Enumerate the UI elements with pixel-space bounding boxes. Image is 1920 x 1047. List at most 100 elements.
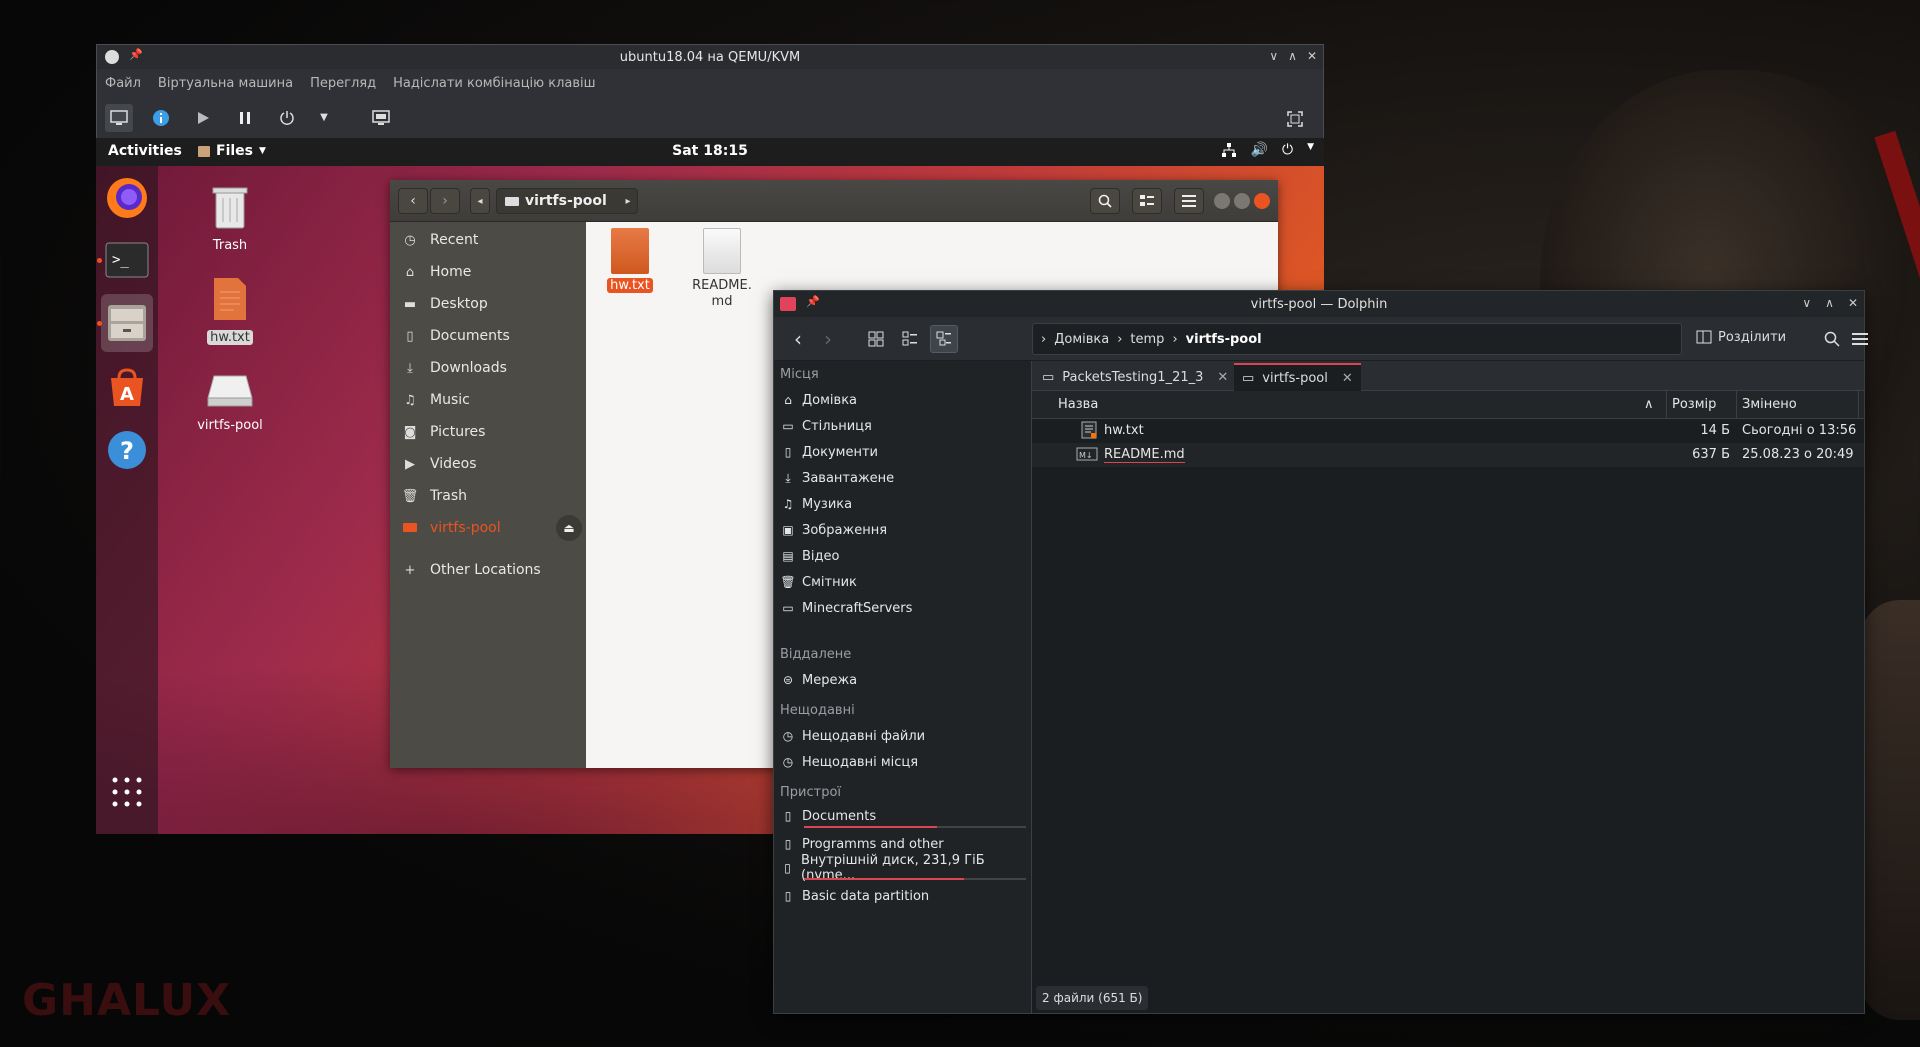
snapshots-icon[interactable] <box>367 104 395 132</box>
sidebar-item-music[interactable]: ♫ Music <box>390 384 586 416</box>
desktop-icon-trash[interactable]: Trash <box>190 184 270 253</box>
power-menu-icon[interactable]: ⏻ <box>1282 142 1293 162</box>
table-row[interactable]: hw.txt 14 Б Сьогодні о 13:56 <box>1032 419 1864 443</box>
place-music[interactable]: ♫ Музика <box>780 493 1028 515</box>
place-trash[interactable]: 🗑 Смітник <box>780 571 1028 593</box>
run-icon[interactable] <box>189 104 217 132</box>
breadcrumb-temp[interactable]: temp <box>1130 332 1164 347</box>
console-icon[interactable] <box>105 103 133 132</box>
menu-file[interactable]: Файл <box>105 76 141 91</box>
pause-icon[interactable] <box>231 104 259 132</box>
device-internal[interactable]: ▯ Внутрішній диск, 231,9 ГіБ (nvme... <box>780 853 1028 883</box>
sidebar-item-pictures[interactable]: ◙ Pictures <box>390 416 586 448</box>
path-bar-current[interactable]: virtfs-pool <box>496 188 638 214</box>
sort-ascending-icon[interactable]: ∧ <box>1644 397 1654 412</box>
column-name[interactable]: Назва <box>1058 397 1098 412</box>
search-button[interactable] <box>1818 325 1846 353</box>
sidebar-item-trash[interactable]: 🗑 Trash <box>390 480 586 512</box>
compact-view-button[interactable] <box>896 325 924 353</box>
forward-button[interactable]: › <box>814 325 842 353</box>
file-size: 637 Б <box>1692 447 1730 462</box>
device-programms[interactable]: ▯ Programms and other <box>780 833 1028 855</box>
close-icon[interactable]: ✕ <box>1217 370 1228 385</box>
maximize-icon[interactable]: ∧ <box>1825 296 1834 310</box>
desktop-icon-virtfs[interactable]: virtfs-pool <box>190 370 270 433</box>
place-recent-places[interactable]: ◷ Нещодавні місця <box>780 751 1028 773</box>
firefox-launcher[interactable] <box>101 172 153 224</box>
power-icon[interactable] <box>273 104 301 132</box>
place-recent-files[interactable]: ◷ Нещодавні файли <box>780 725 1028 747</box>
menu-vm[interactable]: Віртуальна машина <box>158 76 293 91</box>
sidebar-item-virtfs[interactable]: virtfs-pool ⏏ <box>390 512 586 544</box>
minimize-icon[interactable]: ∨ <box>1269 49 1278 63</box>
network-icon[interactable] <box>1221 142 1237 162</box>
show-applications-button[interactable] <box>101 766 153 818</box>
column-divider <box>1666 391 1667 419</box>
breadcrumb-current[interactable]: virtfs-pool <box>1186 332 1262 347</box>
power-dropdown-icon[interactable]: ▼ <box>315 104 333 132</box>
place-downloads[interactable]: ⤓ Завантажене <box>780 467 1028 489</box>
menu-button[interactable] <box>1174 188 1204 214</box>
qemu-titlebar[interactable]: 📌 ubuntu18.04 на QEMU/KVM ∨ ∧ ✕ <box>97 45 1323 69</box>
sidebar-item-home[interactable]: ⌂ Home <box>390 256 586 288</box>
clock[interactable]: Sat 18:15 <box>96 143 1324 159</box>
terminal-launcher[interactable]: >_ <box>97 234 153 286</box>
icons-view-button[interactable] <box>862 325 890 353</box>
path-scroll-left[interactable]: ◂ <box>470 188 490 214</box>
eject-icon[interactable]: ⏏ <box>556 515 582 541</box>
breadcrumb[interactable]: › Домівка › temp › virtfs-pool <box>1032 323 1682 355</box>
hamburger-menu-button[interactable] <box>1846 325 1874 353</box>
help-launcher[interactable]: ? <box>101 424 153 476</box>
place-network[interactable]: ⊜ Мережа <box>780 669 1028 691</box>
info-icon[interactable] <box>147 104 175 132</box>
close-icon[interactable]: ✕ <box>1342 371 1353 386</box>
place-documents[interactable]: ▯ Документи <box>780 441 1028 463</box>
file-hwtxt[interactable]: hw.txt <box>590 228 670 293</box>
minimize-icon[interactable]: ∨ <box>1802 296 1811 310</box>
maximize-icon[interactable] <box>1234 193 1250 209</box>
volume-icon[interactable]: 🔊 <box>1251 142 1268 162</box>
device-documents[interactable]: ▯ Documents <box>780 805 1028 827</box>
back-button[interactable]: ‹ <box>784 325 812 353</box>
column-size[interactable]: Розмір <box>1672 397 1716 412</box>
tab-packets-testing[interactable]: ▭ PacketsTesting1_21_3 ✕ <box>1034 363 1236 391</box>
fullscreen-icon[interactable] <box>1281 105 1309 133</box>
chevron-down-icon[interactable]: ▼ <box>1307 142 1314 162</box>
close-icon[interactable]: ✕ <box>1848 296 1858 310</box>
minimize-icon[interactable] <box>1214 193 1230 209</box>
table-row[interactable]: M↓ README.md 637 Б 25.08.23 о 20:49 <box>1032 443 1864 467</box>
software-launcher[interactable]: A <box>101 362 153 414</box>
sidebar-item-recent[interactable]: ◷ Recent <box>390 224 586 256</box>
device-basic[interactable]: ▯ Basic data partition <box>780 885 1028 907</box>
view-toggle-button[interactable] <box>1132 188 1162 214</box>
dolphin-titlebar[interactable]: 📌 virtfs-pool — Dolphin ∨ ∧ ✕ <box>774 291 1864 317</box>
place-video[interactable]: ▤ Відео <box>780 545 1028 567</box>
column-modified[interactable]: Змінено <box>1742 397 1797 412</box>
split-button[interactable]: Розділити <box>1696 329 1786 345</box>
sidebar-item-videos[interactable]: ▶ Videos <box>390 448 586 480</box>
path-scroll-right[interactable]: ▸ <box>618 188 638 214</box>
place-desktop[interactable]: ▭ Стільниця <box>780 415 1028 437</box>
breadcrumb-home[interactable]: Домівка <box>1054 332 1109 347</box>
file-readme[interactable]: README. md <box>682 228 762 310</box>
tab-virtfs-pool[interactable]: ▭ virtfs-pool ✕ <box>1234 363 1361 391</box>
desktop-icon-hwtxt[interactable]: hw.txt <box>190 276 270 345</box>
sidebar-item-downloads[interactable]: ⤓ Downloads <box>390 352 586 384</box>
files-launcher[interactable] <box>97 294 153 352</box>
sidebar-item-documents[interactable]: ▯ Documents <box>390 320 586 352</box>
forward-button[interactable]: › <box>430 188 460 214</box>
search-button[interactable] <box>1090 188 1120 214</box>
drive-icon: ▯ <box>784 861 791 875</box>
details-view-button[interactable] <box>930 325 958 353</box>
back-button[interactable]: ‹ <box>398 188 428 214</box>
maximize-icon[interactable]: ∧ <box>1288 49 1297 63</box>
close-icon[interactable]: ✕ <box>1307 49 1317 63</box>
sidebar-item-desktop[interactable]: ▬ Desktop <box>390 288 586 320</box>
close-icon[interactable] <box>1254 193 1270 209</box>
menu-send-key[interactable]: Надіслати комбінацію клавіш <box>393 76 595 91</box>
place-images[interactable]: ▣ Зображення <box>780 519 1028 541</box>
place-minecraft[interactable]: ▭ MinecraftServers <box>780 597 1028 619</box>
place-home[interactable]: ⌂ Домівка <box>780 389 1028 411</box>
menu-view[interactable]: Перегляд <box>310 76 376 91</box>
sidebar-item-other-locations[interactable]: + Other Locations <box>390 554 586 586</box>
